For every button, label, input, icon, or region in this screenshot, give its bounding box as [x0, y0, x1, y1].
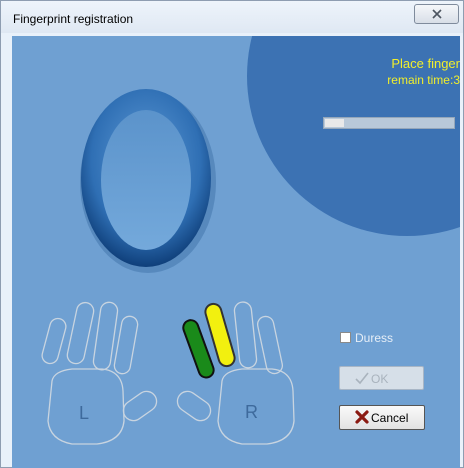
duress-label: Duress	[355, 331, 394, 345]
right-hand-label: R	[245, 402, 258, 422]
client-area: L R Place finger remain time:3 Duress OK…	[12, 36, 460, 468]
scan-progress-bar	[323, 117, 455, 129]
x-cross-icon	[355, 410, 369, 424]
remaining-time: remain time:3	[387, 73, 460, 87]
fingerprint-registration-window: Fingerprint registration L R Place finge…	[0, 0, 464, 468]
close-button[interactable]	[414, 4, 459, 24]
status-message: Place finger	[391, 56, 460, 71]
duress-checkbox-box[interactable]	[340, 332, 351, 343]
fingerprint-ring-icon	[80, 89, 216, 273]
checkmark-icon	[355, 372, 369, 385]
title-bar[interactable]: Fingerprint registration	[1, 1, 463, 33]
left-hand-icon	[41, 301, 158, 445]
client-artwork: L R	[41, 36, 460, 445]
window-title: Fingerprint registration	[13, 12, 134, 26]
progress-fill	[325, 119, 344, 127]
cancel-label: Cancel	[371, 411, 409, 425]
ok-button[interactable]: OK	[339, 366, 424, 390]
ok-label: OK	[371, 372, 389, 386]
close-icon	[431, 9, 442, 19]
cancel-button[interactable]: Cancel	[339, 405, 425, 430]
left-hand-label: L	[79, 403, 89, 423]
